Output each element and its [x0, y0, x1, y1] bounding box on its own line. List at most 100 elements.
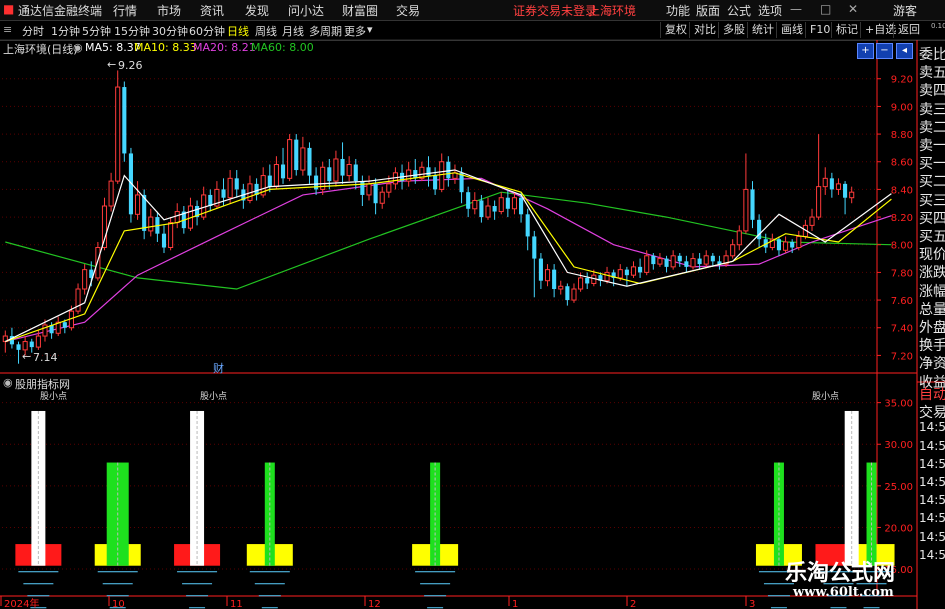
candle-body-up [300, 147, 306, 171]
side-label: 卖五 [919, 65, 945, 82]
candle-body-up [174, 211, 180, 224]
signal-label: 股小点 [40, 392, 68, 402]
chart-grid [0, 39, 945, 609]
legend-toggle-icon[interactable]: ◉ [73, 41, 83, 54]
side-label: 卖四 [919, 83, 945, 100]
candle-body-down [433, 175, 438, 190]
candle-body-down [373, 183, 378, 204]
candle-body-up [703, 255, 709, 265]
candle-body-up [849, 191, 855, 199]
candle-body-down [221, 189, 226, 198]
candle-body-up [439, 161, 445, 190]
price-tick-label: 8.40 [891, 185, 913, 196]
candle-body-up [743, 188, 749, 232]
price-tick-label: 7.80 [891, 268, 913, 279]
candle-body-up [783, 241, 789, 251]
side-label: 净资 [919, 356, 945, 373]
high-arrow-icon: ← [107, 58, 117, 71]
price-tick-label: 7.40 [891, 324, 913, 335]
candle-body-up [835, 183, 842, 190]
price-tick-label: 8.80 [891, 130, 913, 141]
candle-body-down [677, 255, 682, 262]
zoom-out-icon[interactable]: − [876, 43, 893, 59]
side-label-lower: 14:56 [919, 547, 945, 562]
candle-body-up [558, 285, 564, 290]
side-label-lower: 14:56 [919, 511, 945, 526]
candle-body-up [148, 216, 154, 232]
legend-ma5: MA5: 8.37 [85, 41, 141, 54]
candle-body-up [736, 230, 742, 246]
candle-body-down [446, 161, 451, 179]
candle-body-up [644, 255, 650, 273]
candle-body-down [161, 233, 167, 248]
candle-body-down [479, 200, 484, 218]
zoom-in-icon[interactable]: + [857, 43, 874, 59]
side-label: 卖三 [919, 101, 945, 118]
candle-body-down [426, 167, 431, 176]
candle-body-down [413, 170, 418, 179]
candle-body-up [571, 288, 577, 301]
candle-body-down [552, 269, 557, 290]
candle-body-up [366, 183, 372, 196]
indicator-tick-label: 30.00 [884, 440, 913, 451]
candle-body-down [651, 255, 656, 265]
candle-body-up [227, 177, 233, 199]
watermark-title: 乐淘公式网 [785, 561, 896, 586]
candle-body-down [638, 266, 643, 273]
candle-body-up [578, 277, 584, 290]
legend-ma10: MA10: 8.33 [134, 41, 197, 54]
side-label-lower: 14:56 [919, 529, 945, 544]
side-label-lower: 14:56 [919, 475, 945, 489]
side-label-lower: 14:56 [919, 493, 945, 508]
candle-body-down [466, 192, 471, 209]
candle-body-down [353, 164, 358, 182]
candle-body-up [333, 158, 339, 182]
side-label: 现价 [919, 247, 945, 264]
candle-body-up [386, 183, 392, 193]
candle-body-down [750, 189, 755, 220]
side-label-lower: 14:56 [919, 420, 945, 435]
candle-body-down [532, 236, 537, 259]
candle-body-down [585, 277, 590, 284]
candle-body-up [670, 255, 676, 268]
kline-chart[interactable]: 7.20 7.40 7.60 7.80 8.00 8.20 8.40 8.60 8.80 9.00… [0, 0, 945, 609]
candle-body-down [684, 261, 689, 267]
candle-body-up [108, 180, 114, 207]
event-marker[interactable]: 财 [213, 360, 224, 376]
candle-body-up [82, 269, 88, 290]
price-tick-label: 9.00 [891, 102, 913, 113]
candle-body-up [75, 288, 81, 312]
price-tick-label: 8.60 [891, 158, 913, 169]
candle-body-down [16, 344, 21, 350]
candle-body-down [624, 269, 629, 276]
candle-body-up [472, 199, 478, 210]
indicator-tick-label: 25.00 [884, 482, 913, 493]
side-label: 涨跌 [919, 265, 945, 282]
side-label: 买四 [919, 210, 945, 227]
side-label: 买一 [919, 156, 945, 173]
candle-body-up [115, 86, 121, 182]
candle-body-up [498, 197, 504, 213]
candle-body-down [664, 258, 669, 267]
candle-body-down [565, 286, 570, 301]
candle-body-up [730, 244, 736, 257]
candle-body-down [519, 197, 524, 215]
candle-body-down [142, 194, 147, 231]
candle-body-up [22, 341, 28, 351]
high-price-label: 9.26 [118, 59, 143, 72]
date-tick-label: 3 [749, 599, 755, 609]
candle-body-down [829, 178, 834, 190]
chart-title: 上海环境(日线) [3, 43, 78, 56]
side-label: 买五 [919, 229, 945, 245]
scroll-left-icon[interactable]: ◂ [896, 43, 913, 59]
indicator-toggle-icon[interactable]: ◉ [3, 376, 13, 389]
side-label: 买二 [919, 174, 945, 191]
date-tick-label: 2 [630, 599, 636, 609]
candle-body-up [95, 247, 101, 279]
date-axis: 2024年 10 11 12 1 2 3 [0, 596, 755, 609]
candle-body-down [280, 164, 286, 179]
candle-body-up [168, 222, 174, 249]
candle-body-up [346, 164, 352, 177]
date-tick-label: 2024年 [4, 597, 39, 609]
candle-body-up [617, 269, 623, 279]
